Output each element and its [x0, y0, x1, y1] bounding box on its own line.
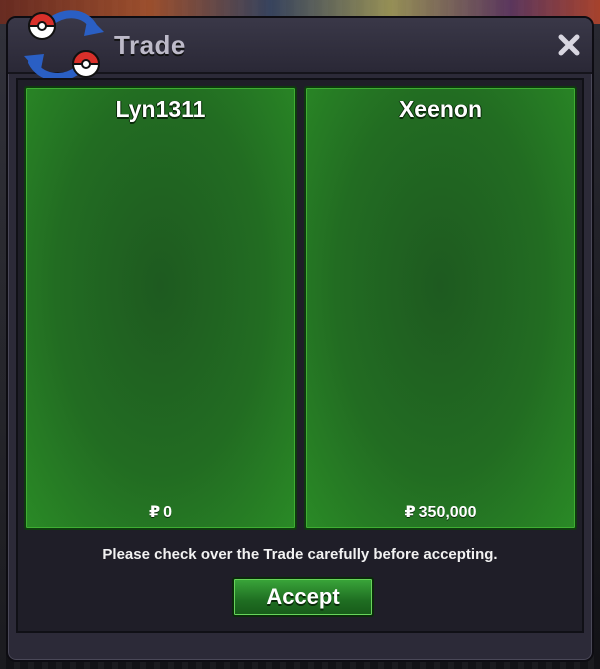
trader-name-left: Lyn1311 — [115, 96, 206, 122]
trade-window: Trade Lyn1311 ₽0 Xeenon ₽350,000 Please … — [6, 10, 594, 662]
close-icon[interactable] — [556, 32, 582, 58]
money-amount-left: 0 — [163, 504, 173, 521]
trade-panel-left[interactable]: Lyn1311 ₽0 — [24, 86, 297, 530]
window-title: Trade — [114, 30, 186, 60]
trade-panel-right[interactable]: Xeenon ₽350,000 — [304, 86, 577, 530]
trade-instruction: Please check over the Trade carefully be… — [102, 546, 498, 563]
currency-icon: ₽ — [148, 504, 161, 521]
money-amount-right: 350,000 — [418, 504, 477, 521]
money-offer-left: ₽0 — [26, 502, 295, 522]
trade-exchange-icon — [24, 10, 104, 81]
currency-icon: ₽ — [404, 504, 416, 521]
accept-button[interactable]: Accept — [232, 577, 374, 617]
trade-content: Lyn1311 ₽0 Xeenon ₽350,000 Please check … — [16, 78, 584, 633]
money-offer-right: ₽350,000 — [306, 502, 575, 522]
trader-name-right: Xeenon — [398, 96, 483, 122]
